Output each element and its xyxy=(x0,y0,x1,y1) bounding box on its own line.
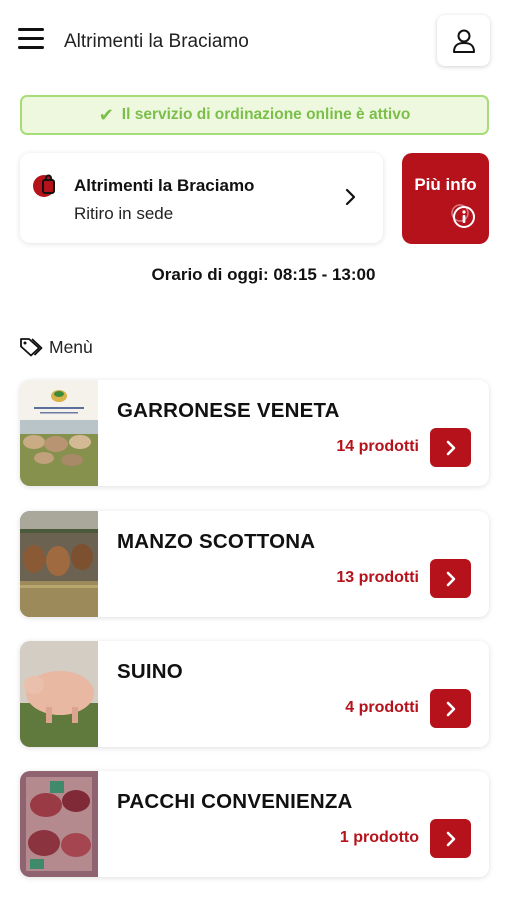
app-header: Altrimenti la Braciamo xyxy=(0,0,507,84)
category-card-garronese-veneta[interactable]: GARRONESE VENETA 14 prodotti xyxy=(20,380,489,486)
chevron-right-icon xyxy=(446,571,455,586)
user-icon xyxy=(452,29,475,53)
chevron-right-icon xyxy=(446,701,455,716)
category-image xyxy=(20,380,98,486)
shopping-bag-icon xyxy=(33,174,55,197)
service-status-text: Il servizio di ordinazione online è atti… xyxy=(121,106,411,123)
category-image xyxy=(20,641,98,747)
check-icon: ✔ xyxy=(98,104,114,125)
open-category-button[interactable] xyxy=(430,428,471,467)
more-info-label: Più info xyxy=(414,175,477,194)
category-title: PACCHI CONVENIENZA xyxy=(117,790,353,813)
category-title: MANZO SCOTTONA xyxy=(117,530,316,553)
category-title: GARRONESE VENETA xyxy=(117,399,340,422)
open-category-button[interactable] xyxy=(430,559,471,598)
store-name: Altrimenti la Braciamo xyxy=(74,176,255,195)
category-card-suino[interactable]: SUINO 4 prodotti xyxy=(20,641,489,747)
more-info-button[interactable]: Più info xyxy=(402,153,489,244)
menu-heading-label: Menù xyxy=(49,336,93,357)
pickup-mode: Ritiro in sede xyxy=(74,204,174,223)
category-product-count: 14 prodotti xyxy=(336,438,419,455)
category-image xyxy=(20,771,98,877)
today-opening-hours: Orario di oggi: 08:15 - 13:00 xyxy=(151,265,376,284)
category-image xyxy=(20,511,98,617)
tags-icon xyxy=(20,338,43,357)
chevron-right-icon xyxy=(446,440,455,455)
category-product-count: 1 prodotto xyxy=(339,829,419,846)
open-category-button[interactable] xyxy=(430,819,471,858)
hamburger-icon[interactable] xyxy=(18,28,44,52)
info-icon xyxy=(451,204,475,228)
category-title: SUINO xyxy=(117,660,183,683)
menu-heading: Menù xyxy=(19,336,93,358)
service-status-banner: ✔ Il servizio di ordinazione online è at… xyxy=(20,95,489,135)
category-product-count: 4 prodotti xyxy=(345,699,419,716)
category-card-pacchi-convenienza[interactable]: PACCHI CONVENIENZA 1 prodotto xyxy=(20,771,489,877)
category-card-manzo-scottona[interactable]: MANZO SCOTTONA 13 prodotti xyxy=(20,511,489,617)
open-category-button[interactable] xyxy=(430,689,471,728)
app-title: Altrimenti la Braciamo xyxy=(64,31,249,52)
account-button[interactable] xyxy=(437,15,490,66)
category-product-count: 13 prodotti xyxy=(336,569,419,586)
chevron-right-icon xyxy=(345,188,356,206)
chevron-right-icon xyxy=(446,831,455,846)
store-selector-card[interactable]: Altrimenti la Braciamo Ritiro in sede xyxy=(20,153,383,243)
